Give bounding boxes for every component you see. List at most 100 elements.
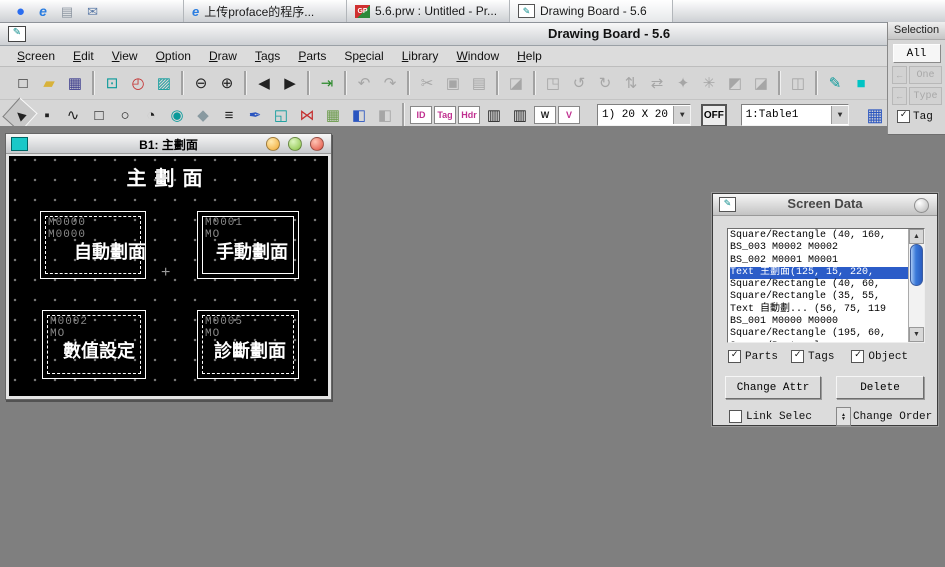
zoom-out-icon[interactable]: ⊖ bbox=[189, 72, 213, 94]
drawing-window-titlebar[interactable]: B1: 主劃面 bbox=[6, 134, 331, 154]
grid-size-select[interactable]: 1) 20 X 20 ▼ bbox=[597, 104, 691, 126]
screen-data-row[interactable]: Square/Rectangle (35, 55, bbox=[730, 291, 908, 303]
menu-window[interactable]: Window bbox=[447, 47, 508, 65]
menu-edit[interactable]: Edit bbox=[64, 47, 103, 65]
task-project-window[interactable]: GP 5.6.prw : Untitled - Pr... bbox=[346, 0, 509, 22]
copy-attribute-icon[interactable]: ◳ bbox=[541, 72, 565, 94]
menu-tags[interactable]: Tags bbox=[246, 47, 289, 65]
parts-3d-disabled-icon[interactable]: ◧ bbox=[373, 104, 397, 126]
apple-icon[interactable]: ● bbox=[16, 4, 25, 19]
one-arrow-icon[interactable]: ← bbox=[892, 66, 907, 84]
screen-data-row[interactable]: Square/Rectangle (40, 60, bbox=[730, 279, 908, 291]
open-icon[interactable]: ▰ bbox=[37, 72, 61, 94]
table-select[interactable]: 1:Table1 ▼ bbox=[741, 104, 849, 126]
menu-draw[interactable]: Draw bbox=[200, 47, 246, 65]
change-attr-button[interactable]: Change Attr bbox=[725, 376, 821, 399]
screen-data-row[interactable]: Square/Rectangle (40, 160, bbox=[730, 230, 908, 242]
screen-data-row[interactable]: Square/Rectangle (195, 60, bbox=[730, 328, 908, 340]
object-checkbox[interactable]: ✓ Object bbox=[851, 350, 908, 363]
screen-data-row[interactable]: Square/Rectangle bbox=[730, 341, 908, 342]
grid-snap-off-button[interactable]: OFF bbox=[701, 104, 726, 127]
checkbox-box[interactable] bbox=[729, 410, 742, 423]
paste-icon[interactable]: ▤ bbox=[467, 72, 491, 94]
scroll-thumb[interactable] bbox=[910, 244, 923, 286]
mark-icon[interactable]: ⋈ bbox=[295, 104, 319, 126]
scroll-down-icon[interactable]: ▼ bbox=[909, 327, 924, 342]
exit-icon[interactable]: ⇥ bbox=[315, 72, 339, 94]
task-drawing-board[interactable]: ✎ Drawing Board - 5.6 bbox=[509, 0, 673, 22]
save-icon[interactable]: ▦ bbox=[63, 72, 87, 94]
minimize-button[interactable] bbox=[266, 137, 280, 151]
menu-library[interactable]: Library bbox=[393, 47, 448, 65]
next-screen-icon[interactable]: ▶ bbox=[278, 72, 302, 94]
bring-to-front-icon[interactable]: ◩ bbox=[723, 72, 747, 94]
select-all-button[interactable]: All bbox=[893, 44, 941, 63]
menu-special[interactable]: Special bbox=[335, 47, 392, 65]
delete-button[interactable]: Delete bbox=[836, 376, 924, 399]
polygon-tool-icon[interactable]: ◆ bbox=[191, 104, 215, 126]
menu-view[interactable]: View bbox=[103, 47, 147, 65]
pattern-icon-1[interactable]: ▥ bbox=[482, 104, 506, 126]
send-to-back-icon[interactable]: ◪ bbox=[749, 72, 773, 94]
screen-data-row[interactable]: BS_003 M0002 M0002 bbox=[730, 242, 908, 254]
scale-tool-icon[interactable]: ≡ bbox=[217, 104, 241, 126]
enlarge-icon[interactable]: ✳ bbox=[697, 72, 721, 94]
auto-screen-button[interactable]: M0000 M0000 自動劃面 bbox=[40, 211, 146, 279]
copy-icon[interactable]: ▣ bbox=[441, 72, 465, 94]
checkbox-box[interactable]: ✓ bbox=[728, 350, 741, 363]
mirror-horizontal-icon[interactable]: ⇄ bbox=[645, 72, 669, 94]
tag-checkbox[interactable]: ✓ bbox=[897, 110, 910, 123]
fill-color-icon[interactable]: ■ bbox=[849, 72, 873, 94]
cut-icon[interactable]: ✂ bbox=[415, 72, 439, 94]
polyline-tool-icon[interactable]: ∿ bbox=[61, 104, 85, 126]
link-select-checkbox[interactable]: Link Selec bbox=[729, 410, 812, 423]
image-icon[interactable]: ▦ bbox=[321, 104, 345, 126]
select-one-button[interactable]: One bbox=[909, 66, 942, 84]
canvas-title-text[interactable]: 主劃面 bbox=[127, 162, 211, 191]
maximize-button[interactable] bbox=[288, 137, 302, 151]
redo-icon[interactable]: ↷ bbox=[378, 72, 402, 94]
diagnosis-screen-button[interactable]: M0005 MO 診斷劃面 bbox=[197, 310, 299, 379]
checkbox-box[interactable]: ✓ bbox=[791, 350, 804, 363]
transfer-screen-icon[interactable]: ⊡ bbox=[100, 72, 124, 94]
manual-screen-button[interactable]: M0001 MO 手動劃面 bbox=[197, 211, 299, 279]
new-screen-icon[interactable]: □ bbox=[11, 72, 35, 94]
rectangle-tool-icon[interactable]: □ bbox=[87, 104, 111, 126]
parts-3d-icon[interactable]: ◧ bbox=[347, 104, 371, 126]
dot-tool-icon[interactable]: ▪ bbox=[35, 104, 59, 126]
tag-icon[interactable]: Tag bbox=[434, 106, 456, 124]
numeric-setting-button[interactable]: M0002 MO 數值設定 bbox=[42, 310, 146, 379]
palette-close-button[interactable] bbox=[914, 198, 929, 213]
task-upload-proface[interactable]: e 上传proface的程序... bbox=[183, 0, 346, 22]
rotate-right-icon[interactable]: ↻ bbox=[593, 72, 617, 94]
screen-data-row[interactable]: BS_001 M0000 M0000 bbox=[730, 316, 908, 328]
ellipse-tool-icon[interactable]: ○ bbox=[113, 104, 137, 126]
scroll-up-icon[interactable]: ▲ bbox=[909, 229, 924, 244]
app-titlebar[interactable]: ✎ Drawing Board - 5.6 bbox=[0, 23, 888, 46]
table-editor-icon[interactable]: ▦ bbox=[863, 104, 887, 126]
internet-explorer-icon[interactable]: e bbox=[39, 4, 47, 18]
mail-icon[interactable]: ✉ bbox=[87, 5, 98, 18]
change-order-icon[interactable]: ◫ bbox=[786, 72, 810, 94]
dropdown-arrow-icon[interactable]: ▼ bbox=[673, 106, 690, 124]
screen-data-row[interactable]: Text 主劃面(125, 15, 220, bbox=[730, 267, 908, 279]
menu-option[interactable]: Option bbox=[147, 47, 200, 65]
graph-parts-icon[interactable]: V bbox=[558, 106, 580, 124]
undo-icon[interactable]: ↶ bbox=[352, 72, 376, 94]
mirror-vertical-icon[interactable]: ⇅ bbox=[619, 72, 643, 94]
change-order-spinner[interactable]: ▲ ▼ bbox=[836, 407, 851, 426]
alarm-clock-icon[interactable]: ◴ bbox=[126, 72, 150, 94]
fill-tool-icon[interactable]: ◉ bbox=[165, 104, 189, 126]
rotate-left-icon[interactable]: ↺ bbox=[567, 72, 591, 94]
previous-screen-icon[interactable]: ◀ bbox=[252, 72, 276, 94]
select-type-button[interactable]: Type bbox=[909, 87, 942, 105]
shrink-icon[interactable]: ✦ bbox=[671, 72, 695, 94]
screen-data-row[interactable]: BS_002 M0001 M0001 bbox=[730, 255, 908, 267]
eraser-icon[interactable]: ◪ bbox=[504, 72, 528, 94]
menu-parts[interactable]: Parts bbox=[289, 47, 335, 65]
type-arrow-icon[interactable]: ← bbox=[892, 87, 907, 105]
scrollbar[interactable]: ▲ ▼ bbox=[908, 229, 924, 342]
parts-checkbox[interactable]: ✓ Parts bbox=[728, 350, 778, 363]
screen-data-titlebar[interactable]: ✎ Screen Data bbox=[713, 194, 937, 216]
load-screen-icon[interactable]: ◱ bbox=[269, 104, 293, 126]
